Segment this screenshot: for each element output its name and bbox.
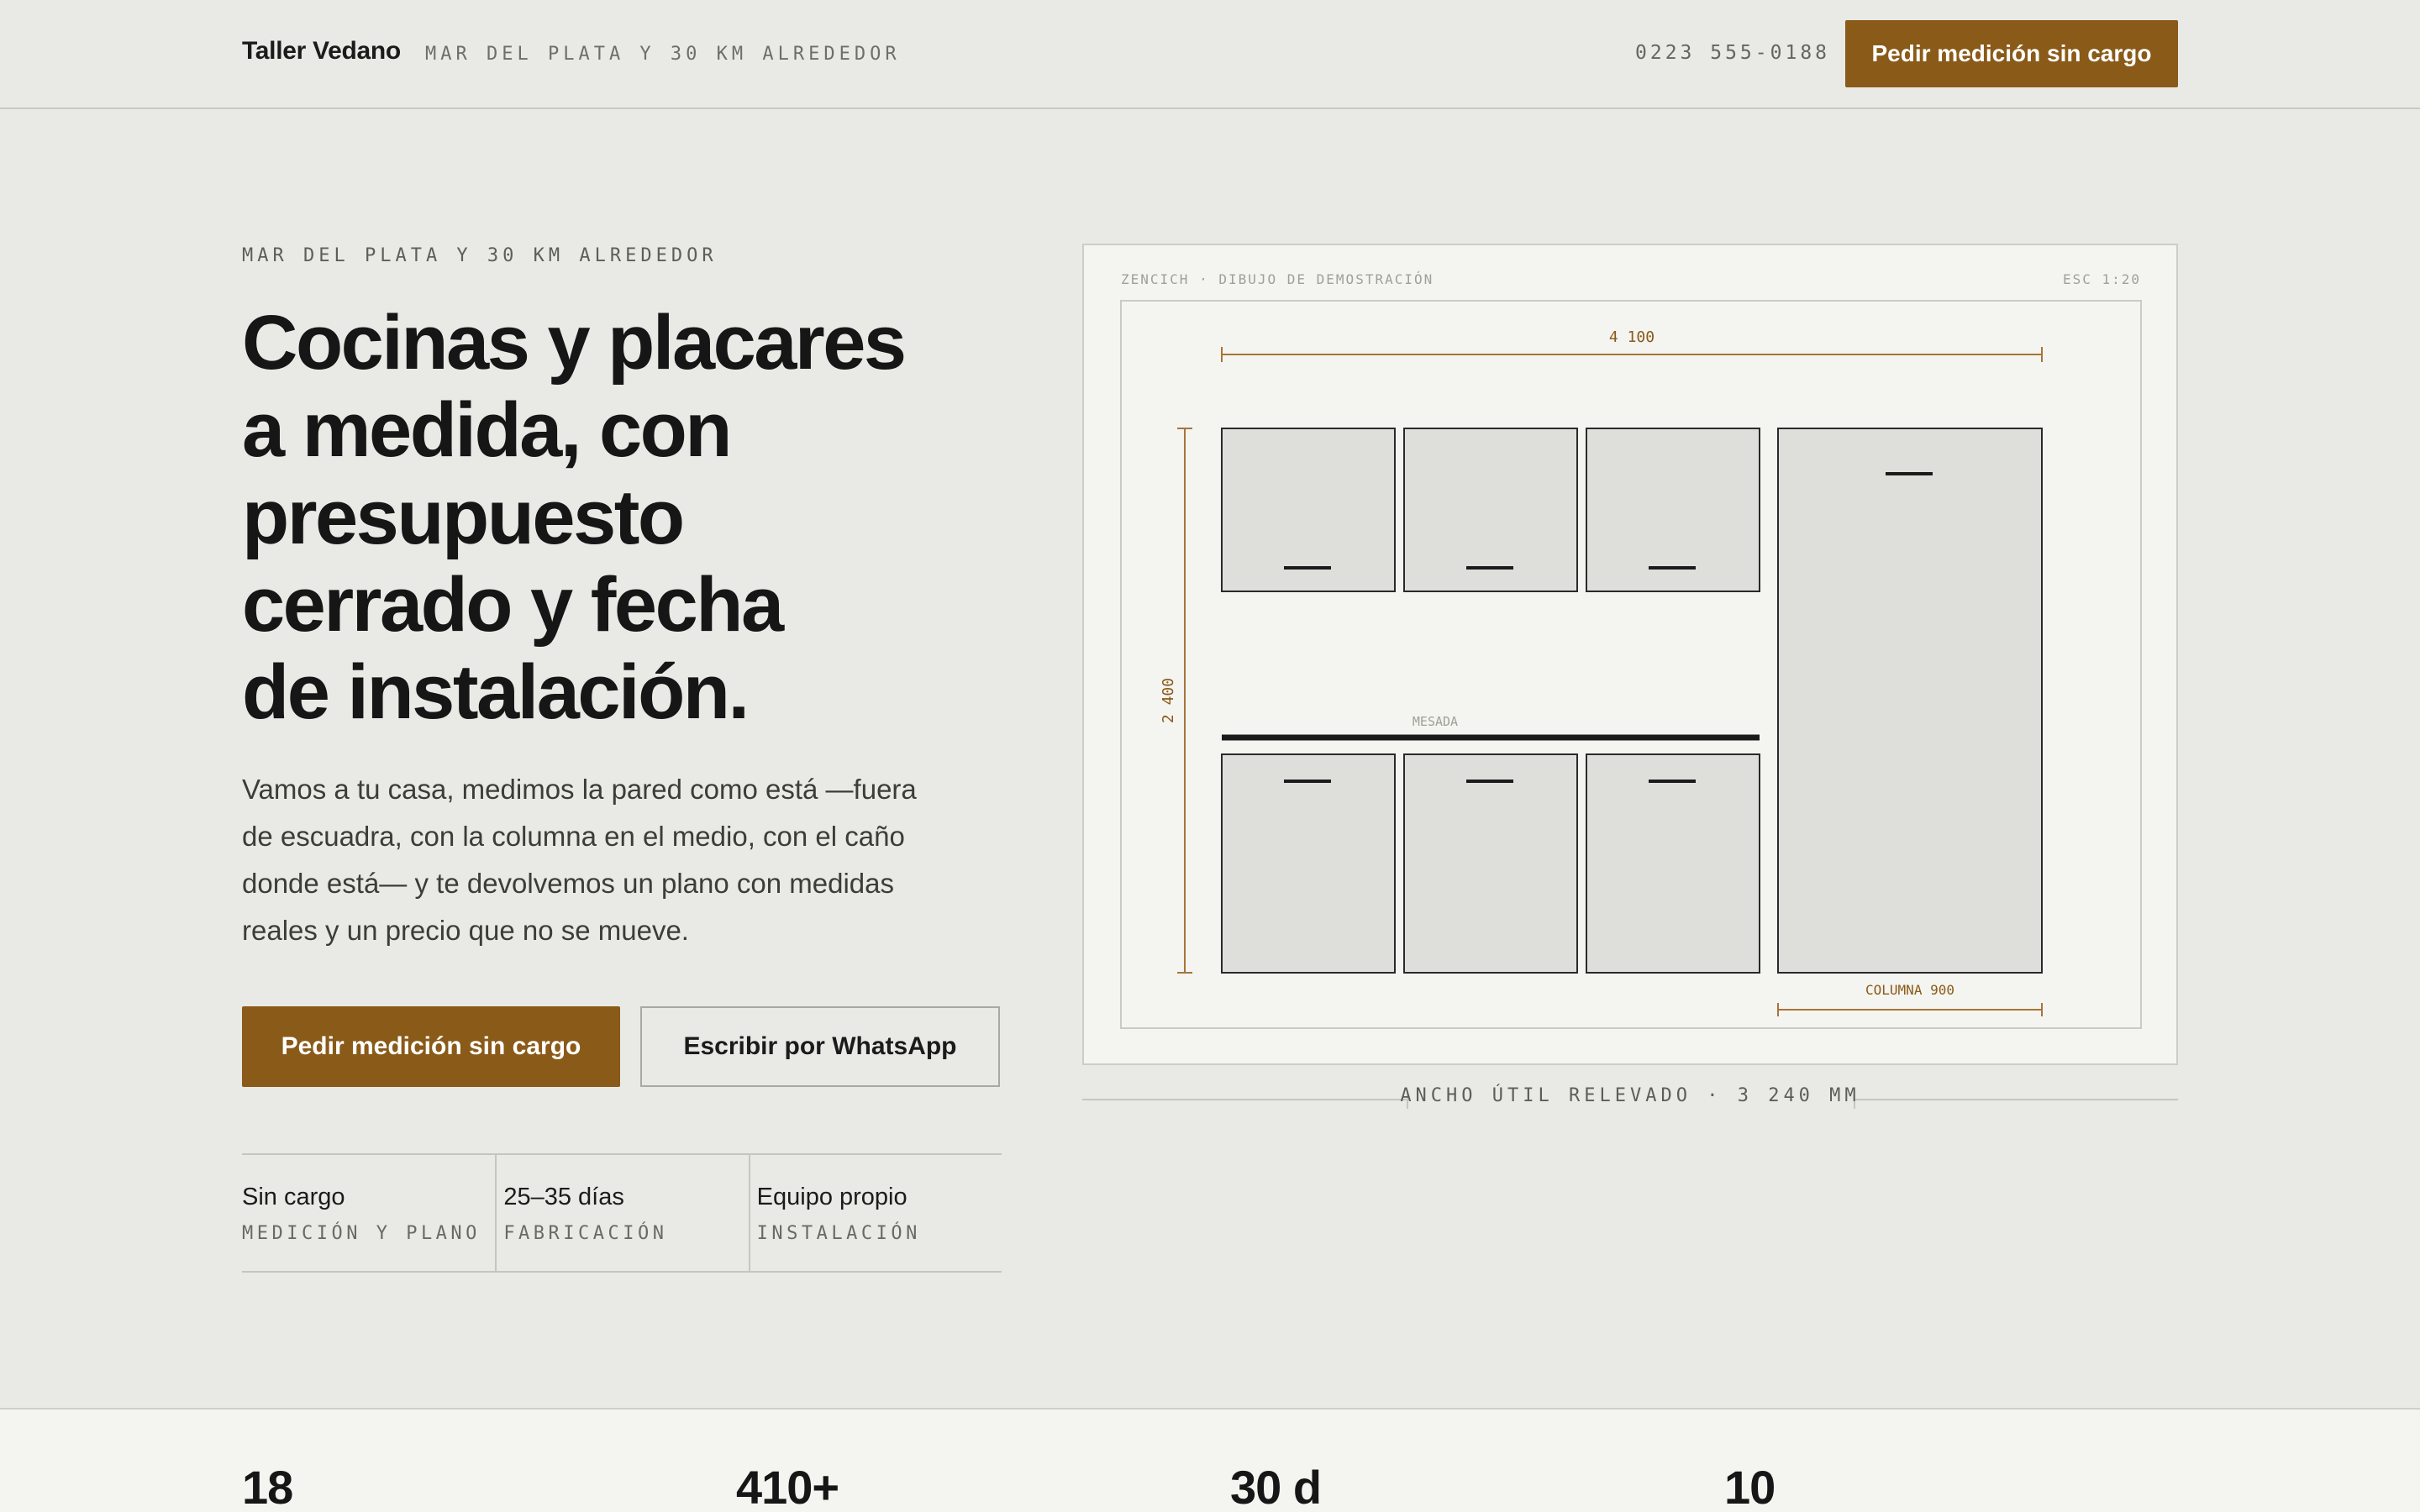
brand-name[interactable]: Taller Vedano — [242, 37, 401, 66]
feature-label: MEDICIÓN Y PLANO — [242, 1223, 481, 1244]
feature-label: INSTALACIÓN — [756, 1223, 921, 1244]
whatsapp-button[interactable]: Escribir por WhatsApp — [640, 1006, 1000, 1087]
lower-cabinets — [1221, 753, 1760, 974]
feature-label: FABRICACIÓN — [503, 1223, 668, 1244]
feature-item: Sin cargo MEDICIÓN Y PLANO — [242, 1155, 495, 1271]
cabinet-drawing: ZENCICH · DIBUJO DE DEMOSTRACIÓN ESC 1:2… — [1082, 244, 2178, 1065]
width-dimension — [1221, 347, 2043, 362]
stat-value: 10 — [1724, 1461, 1776, 1512]
brand-location: MAR DEL PLATA Y 30 KM ALREDEDOR — [425, 44, 901, 65]
column-dimension-label: COLUMNA 900 — [1865, 982, 1954, 998]
drawing-header-right: ESC 1:20 — [2063, 271, 2141, 287]
drawing-caption-text: ANCHO ÚTIL RELEVADO · 3 240 MM — [1400, 1085, 1860, 1106]
feature-value: Sin cargo — [242, 1184, 345, 1210]
stats-band: 18 410+ 30 d 10 — [0, 1408, 2420, 1512]
phone-number[interactable]: 0223 555-0188 — [1635, 42, 1830, 64]
hero-title: Cocinas y placares a medida, con presupu… — [242, 299, 981, 736]
drawing-caption: ANCHO ÚTIL RELEVADO · 3 240 MM — [1082, 1084, 2178, 1114]
hero-description-line: reales y un precio que no se mueve. — [242, 915, 689, 946]
lower-cabinet — [1221, 753, 1396, 974]
feature-value: 25–35 días — [503, 1184, 624, 1210]
countertop-label: MESADA — [1413, 714, 1458, 729]
feature-value: Equipo propio — [756, 1184, 908, 1210]
drawing-header-left: ZENCICH · DIBUJO DE DEMOSTRACIÓN — [1121, 271, 1434, 287]
width-dimension-label: 4 100 — [1609, 328, 1655, 346]
hero-description-line: donde está— y te devolvemos un plano con… — [242, 868, 894, 899]
hero-title-line: cerrado y fecha — [242, 562, 784, 648]
hero-title-line: presupuesto — [242, 475, 685, 560]
drawing-canvas: ZENCICH · DIBUJO DE DEMOSTRACIÓN ESC 1:2… — [1120, 271, 2142, 1029]
feature-item: Equipo propio INSTALACIÓN — [748, 1155, 1002, 1271]
lower-cabinet — [1586, 753, 1760, 974]
column-dimension — [1777, 1003, 2043, 1016]
hero-title-line: de instalación. — [242, 649, 750, 735]
hero-description: Vamos a tu casa, medimos la pared como e… — [242, 766, 998, 954]
hero-eyebrow: MAR DEL PLATA Y 30 KM ALREDEDOR — [242, 245, 718, 266]
site-header: Taller Vedano MAR DEL PLATA Y 30 KM ALRE… — [0, 0, 2420, 109]
tall-column-cabinet — [1777, 428, 2043, 974]
hero-title-line: Cocinas y placares — [242, 300, 907, 386]
stat-value: 18 — [242, 1461, 293, 1512]
request-measurement-button[interactable]: Pedir medición sin cargo — [242, 1006, 620, 1087]
stat-value: 30 d — [1230, 1461, 1322, 1512]
height-dimension-label: 2 400 — [1160, 678, 1177, 723]
stat-value: 410+ — [736, 1461, 839, 1512]
header-cta-button[interactable]: Pedir medición sin cargo — [1845, 20, 2178, 87]
features-strip: Sin cargo MEDICIÓN Y PLANO 25–35 días FA… — [242, 1153, 1002, 1273]
hero-title-line: a medida, con — [242, 387, 733, 473]
lower-cabinet — [1403, 753, 1578, 974]
hero-description-line: de escuadra, con la columna en el medio,… — [242, 821, 905, 852]
height-dimension — [1177, 428, 1192, 974]
hero-description-line: Vamos a tu casa, medimos la pared como e… — [242, 774, 917, 805]
feature-item: 25–35 días FABRICACIÓN — [495, 1155, 748, 1271]
